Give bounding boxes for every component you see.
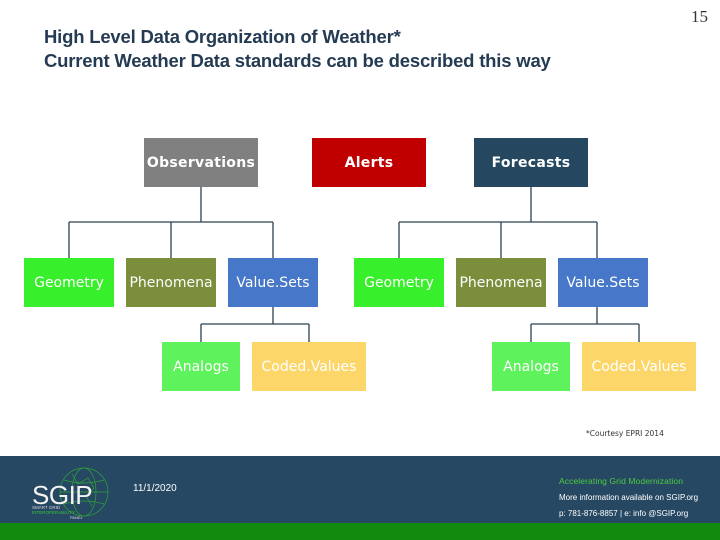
node-obs-codedvalues: Coded.Values [252,342,366,391]
node-obs-valuesets: Value.Sets [228,258,318,307]
title-line-2: Current Weather Data standards can be de… [44,50,551,71]
footer-tagline: Accelerating Grid Modernization [559,476,684,486]
logo-subtitle-3: PANEL [70,515,83,520]
node-fc-valuesets: Value.Sets [558,258,648,307]
node-fc-analogs: Analogs [492,342,570,391]
node-obs-analogs: Analogs [162,342,240,391]
title-line-1: High Level Data Organization of Weather* [44,26,401,47]
node-fc-geometry: Geometry [354,258,444,307]
node-fc-codedvalues: Coded.Values [582,342,696,391]
node-observations: Observations [144,138,258,187]
footer-info-contact: p: 781-876-8857 | e: info @SGIP.org [559,509,689,518]
logo-subtitle-2: INTEROPERABILITY [32,510,76,515]
page-number: 15 [691,7,708,26]
footer-date: 11/1/2020 [133,483,177,494]
node-forecasts: Forecasts [474,138,588,187]
node-alerts: Alerts [312,138,426,187]
slide-title: High Level Data Organization of Weather*… [44,25,551,73]
node-fc-phenomena: Phenomena [456,258,546,307]
footnote: *Courtesy EPRI 2014 [586,429,664,438]
node-obs-phenomena: Phenomena [126,258,216,307]
footer-info-website: More information available on SGIP.org [559,493,699,502]
footer-green-stripe [0,523,720,540]
node-obs-geometry: Geometry [24,258,114,307]
